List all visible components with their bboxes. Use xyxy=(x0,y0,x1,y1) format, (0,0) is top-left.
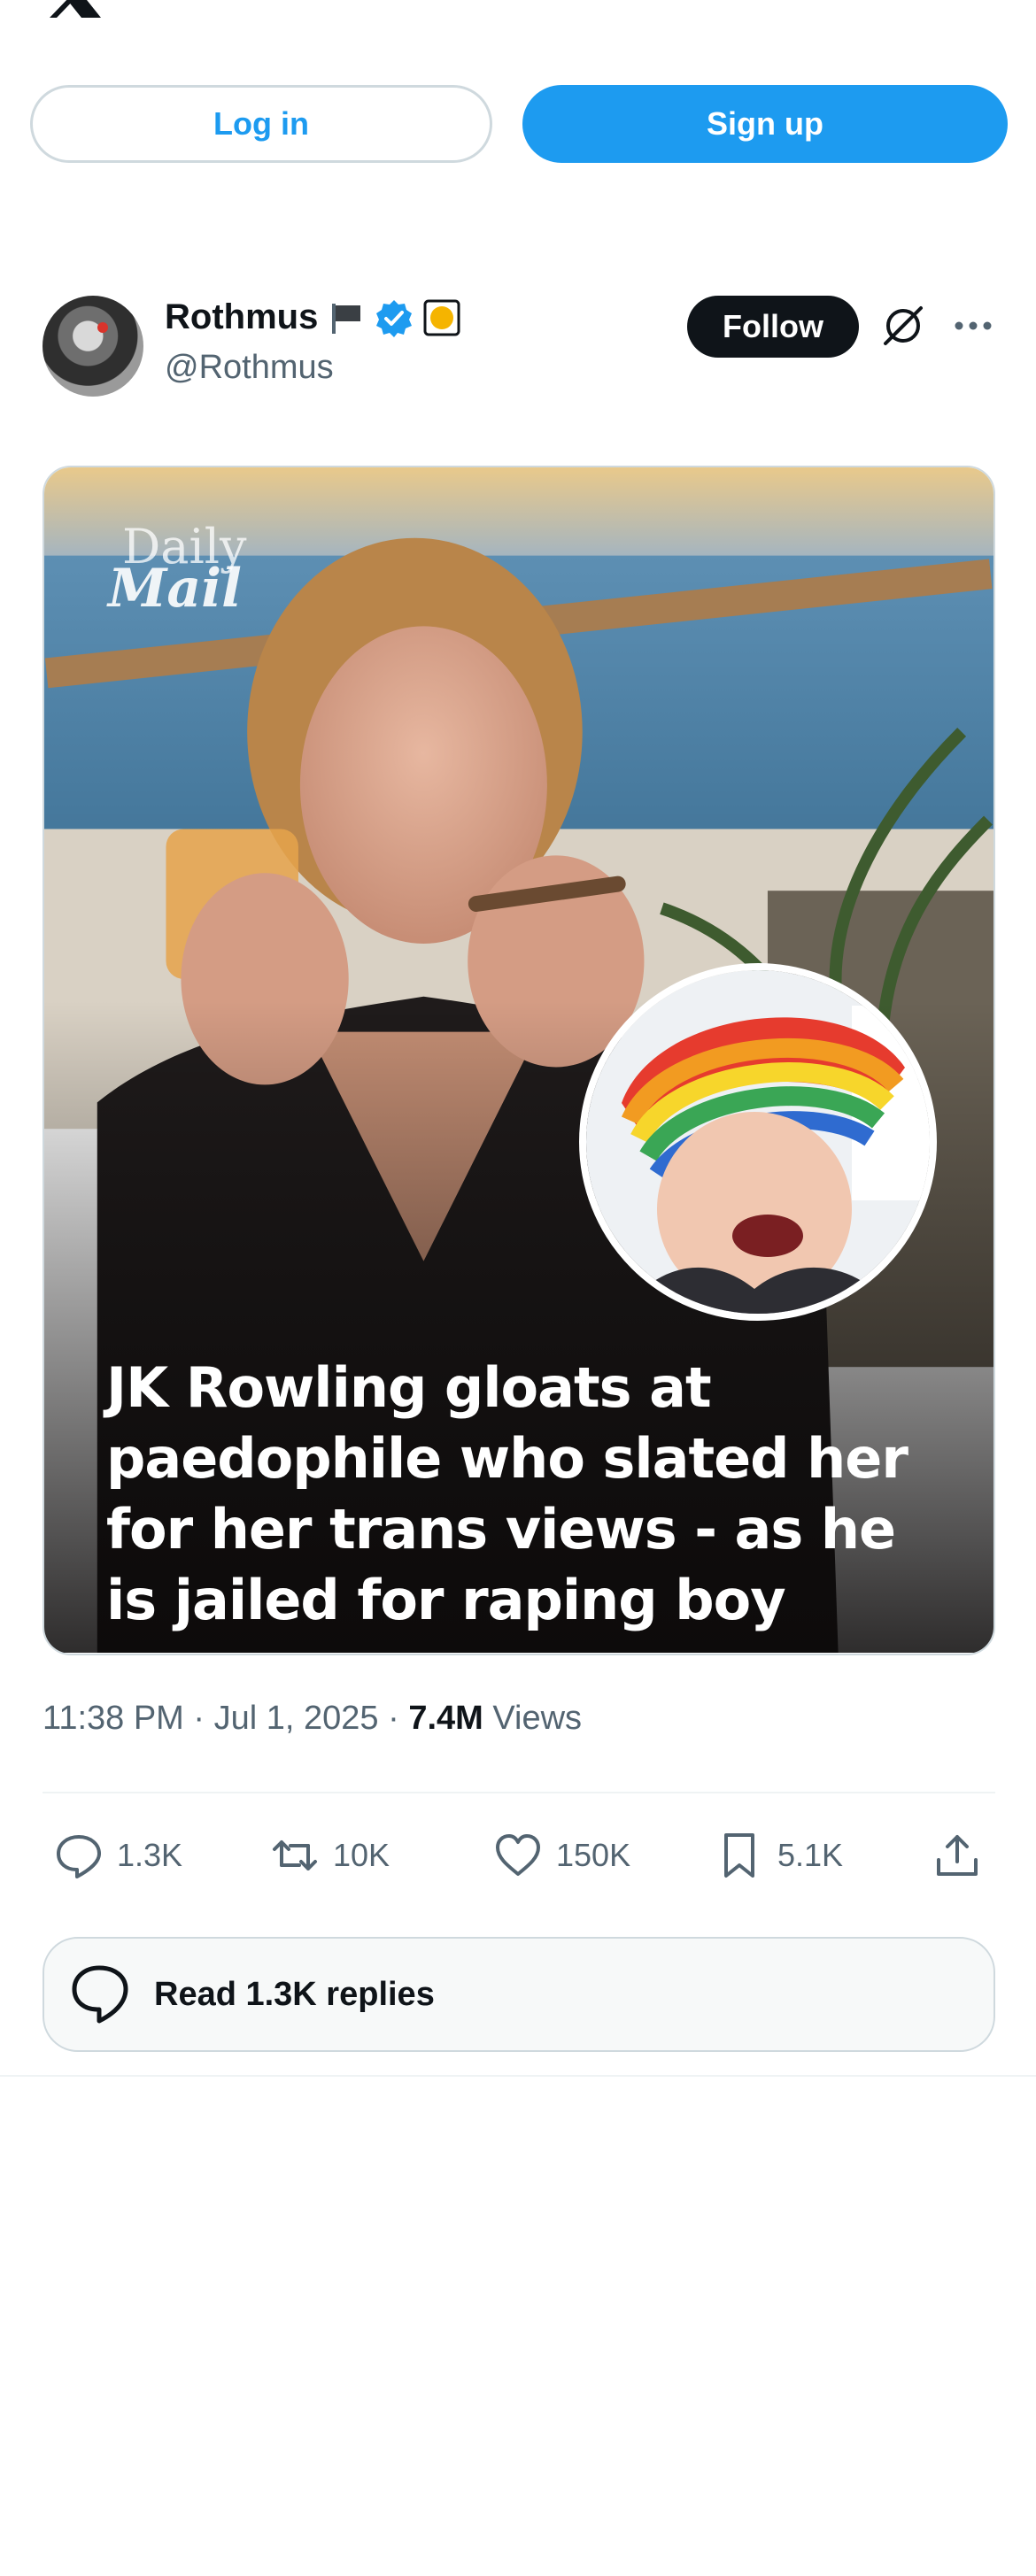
share-icon xyxy=(937,1835,978,1876)
divider xyxy=(43,1792,995,1793)
share-button[interactable] xyxy=(932,1827,983,1884)
bookmark-icon xyxy=(724,1833,754,1878)
reply-button[interactable]: 1.3K xyxy=(53,1827,182,1884)
post-meta: 11:38 PM · Jul 1, 2025 · 7.4M Views xyxy=(43,1700,582,1738)
verified-icon xyxy=(376,299,413,337)
avatar[interactable] xyxy=(43,296,143,397)
author-handle[interactable]: @Rothmus xyxy=(165,349,334,387)
signup-button[interactable]: Sign up xyxy=(522,85,1008,163)
post-date[interactable]: Jul 1, 2025 xyxy=(214,1700,379,1737)
heart-icon xyxy=(496,1834,540,1876)
login-button[interactable]: Log in xyxy=(30,85,492,163)
x-logo-icon[interactable] xyxy=(43,0,104,18)
meta-separator: · xyxy=(388,1700,399,1737)
more-options-icon[interactable] xyxy=(953,319,993,333)
repost-icon xyxy=(273,1840,317,1870)
replies-icon xyxy=(72,1965,128,2024)
like-button[interactable]: 150K xyxy=(492,1827,630,1884)
bookmark-count: 5.1K xyxy=(777,1837,844,1873)
watermark-mail: Mail xyxy=(108,558,242,620)
grok-icon[interactable] xyxy=(880,303,926,349)
author-name-row[interactable]: Rothmus xyxy=(165,297,461,337)
media-headline: JK Rowling gloats at paedophile who slat… xyxy=(106,1355,908,1632)
follow-button[interactable]: Follow xyxy=(687,296,859,358)
views-label: Views xyxy=(492,1700,583,1737)
bottom-divider xyxy=(0,2075,1036,2077)
repost-count: 10K xyxy=(333,1837,390,1873)
reply-count: 1.3K xyxy=(117,1837,183,1873)
meta-separator: · xyxy=(193,1700,205,1737)
yellow-badge-icon xyxy=(423,299,460,335)
read-replies-label: Read 1.3K replies xyxy=(154,1975,435,2013)
reply-icon xyxy=(57,1835,101,1878)
views-count: 7.4M xyxy=(408,1700,483,1737)
bookmark-button[interactable]: 5.1K xyxy=(714,1827,843,1884)
post-media-image[interactable]: Daily Mail JK Rowling gloats at paedophi… xyxy=(43,466,995,1655)
repost-button[interactable]: 10K xyxy=(269,1827,390,1884)
post-time[interactable]: 11:38 PM xyxy=(43,1700,184,1737)
author-display-name[interactable]: Rothmus xyxy=(165,297,318,337)
inset-photo xyxy=(579,963,937,1321)
like-count: 150K xyxy=(556,1837,631,1873)
flag-icon xyxy=(332,303,361,334)
read-replies-button[interactable]: Read 1.3K replies xyxy=(43,1937,995,2052)
